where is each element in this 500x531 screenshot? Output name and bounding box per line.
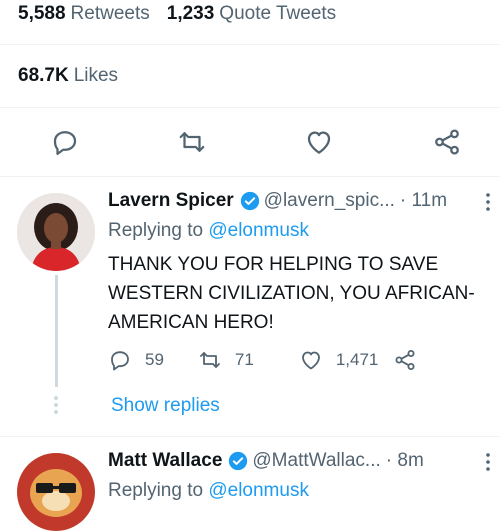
replying-to-line: Replying to @elonmusk (108, 220, 309, 242)
share-icon[interactable] (432, 127, 462, 157)
thread-line (55, 275, 58, 387)
share-button[interactable] (393, 348, 417, 372)
quote-tweets-count: 1,233 (166, 3, 215, 24)
author-handle[interactable]: @lavern_spic... (264, 190, 395, 212)
avatar[interactable] (17, 453, 95, 531)
reply-icon[interactable] (50, 127, 80, 157)
likes-label: Likes (73, 65, 119, 86)
replying-to-line: Replying to @elonmusk (108, 480, 309, 502)
verified-badge-icon (240, 191, 260, 211)
share-icon (395, 350, 415, 370)
retweet-count: 71 (234, 350, 254, 369)
quote-tweets-link[interactable]: 1,233 Quote Tweets (167, 3, 336, 25)
divider (0, 44, 500, 45)
reply-header: Lavern Spicer @lavern_spic... · 11m (108, 190, 447, 212)
reply-icon (111, 351, 129, 371)
replying-prefix: Replying to (108, 480, 204, 501)
quote-tweets-label: Quote Tweets (219, 3, 337, 24)
like-button[interactable]: 1,471 (299, 348, 379, 372)
like-icon[interactable] (304, 127, 334, 157)
reply-header: Matt Wallace @MattWallac... · 8m (108, 450, 424, 472)
retweet-button[interactable]: 71 (198, 348, 254, 372)
retweets-quotes-row: 5,588 Retweets 1,233 Quote Tweets (0, 0, 500, 28)
more-options-icon[interactable] (478, 192, 498, 212)
reply-button[interactable]: 59 (108, 348, 164, 372)
retweet-icon (200, 352, 220, 368)
like-icon (301, 351, 320, 370)
like-count: 1,471 (335, 350, 379, 369)
more-options-icon[interactable] (478, 452, 498, 472)
verified-badge-icon (228, 451, 248, 471)
retweets-count: 5,588 (18, 3, 66, 24)
divider (0, 436, 500, 437)
likes-count: 68.7K (18, 65, 69, 86)
likes-row: 68.7K Likes (0, 62, 500, 90)
likes-link[interactable]: 68.7K Likes (18, 65, 118, 87)
divider (0, 107, 500, 108)
reply-action-bar: 59 71 1,471 (108, 348, 417, 372)
retweets-label: Retweets (70, 3, 150, 24)
timestamp[interactable]: · 8m (386, 450, 424, 472)
show-replies-link[interactable]: Show replies (111, 395, 220, 417)
author-name[interactable]: Matt Wallace (108, 450, 222, 472)
replying-prefix: Replying to (108, 220, 204, 241)
reply-count: 59 (145, 350, 164, 369)
author-handle[interactable]: @MattWallac... (252, 450, 380, 472)
retweet-icon[interactable] (177, 127, 207, 157)
replying-mention[interactable]: @elonmusk (208, 480, 309, 501)
avatar[interactable] (17, 193, 95, 271)
retweets-link[interactable]: 5,588 Retweets (18, 3, 150, 25)
thread-dots (54, 396, 58, 414)
tweet-text: THANK YOU FOR HELPING TO SAVE WESTERN CI… (108, 254, 475, 333)
divider (0, 176, 500, 177)
replying-mention[interactable]: @elonmusk (208, 220, 309, 241)
timestamp[interactable]: · 11m (400, 190, 447, 212)
author-name[interactable]: Lavern Spicer (108, 190, 234, 212)
